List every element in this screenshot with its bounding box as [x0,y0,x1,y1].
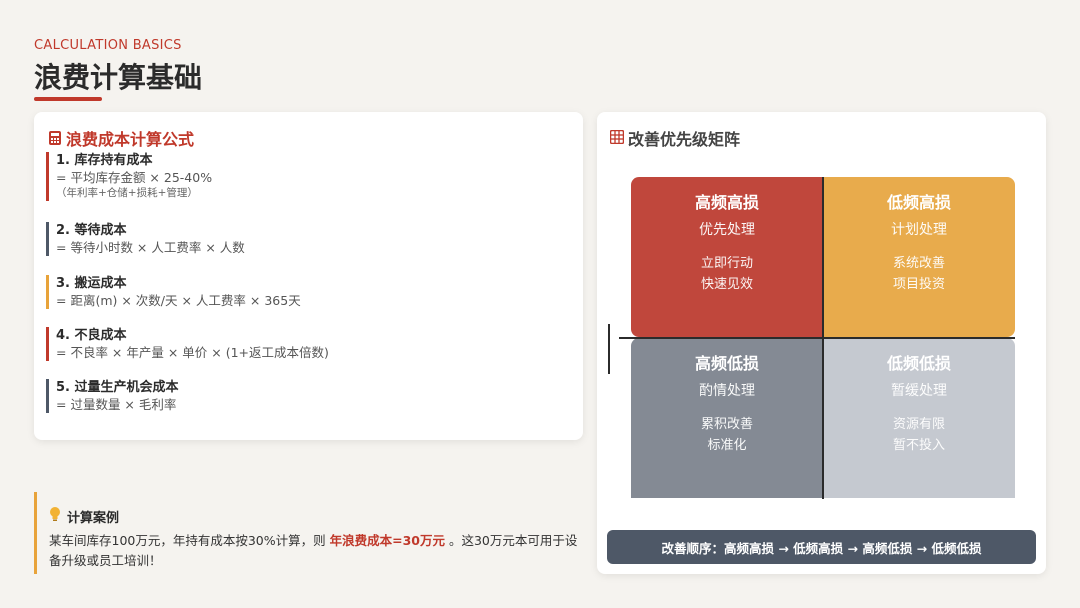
axis-marker [608,324,610,374]
quadrant-title: 高频低损 [694,354,759,373]
quadrant-title: 高频高损 [694,193,759,212]
page-title: 浪费计算基础 [34,61,203,94]
formula-item-inventory: 1. 库存持有成本 = 平均库存金额 × 25-40% （年利率+仓储+损耗+管… [46,152,566,201]
priority-order-bar: 改善顺序：高频高损 → 低频高损 → 高频低损 → 低频低损 [607,530,1036,564]
quadrant-action: 系统改善 [892,256,945,271]
grid-icon [609,129,625,148]
formula-expression: = 过量数量 × 毛利率 [56,397,177,412]
formula-card: 浪费成本计算公式 1. 库存持有成本 = 平均库存金额 × 25-40% （年利… [34,112,583,440]
formula-expression: = 等待小时数 × 人工费率 × 人数 [56,240,245,255]
quadrant-actions: 资源有限 暂不投入 [823,414,1015,456]
formula-item-transport: 3. 搬运成本 = 距离(m) × 次数/天 × 人工费率 × 365天 [46,275,566,309]
formula-note: （年利率+仓储+损耗+管理） [56,187,198,199]
quadrant-action: 立即行动 [700,256,753,271]
quadrant-actions: 系统改善 项目投资 [823,253,1015,295]
quadrant-low-freq-high-loss: 低频高损 计划处理 系统改善 项目投资 [823,177,1015,337]
quadrant-action: 暂不投入 [892,438,945,453]
formula-title: 4. 不良成本 [56,328,127,343]
formula-title: 5. 过量生产机会成本 [56,380,179,395]
case-heading: 计算案例 [49,506,583,526]
formula-card-title: 浪费成本计算公式 [66,130,195,149]
quadrant-action: 快速见效 [700,277,753,292]
quadrant-actions: 立即行动 快速见效 [631,253,823,295]
formula-item-defect: 4. 不良成本 = 不良率 × 年产量 × 单价 × (1+返工成本倍数) [46,327,566,361]
calculator-icon [48,130,62,146]
quadrant-actions: 累积改善 标准化 [631,414,823,456]
case-title: 计算案例 [67,510,120,526]
quadrant-high-freq-high-loss: 高频高损 优先处理 立即行动 快速见效 [631,177,823,337]
formula-card-heading: 浪费成本计算公式 [48,126,194,150]
formula-expression: = 不良率 × 年产量 × 单价 × (1+返工成本倍数) [56,345,329,360]
matrix-card: 改善优先级矩阵 高频高损 优先处理 立即行动 快速见效 低频高损 计划处理 系统… [597,112,1046,574]
matrix-heading: 改善优先级矩阵 [609,126,741,150]
quadrant-action: 累积改善 [700,417,753,432]
lightbulb-icon [49,506,61,526]
case-highlight: 年浪费成本=30万元 [329,533,445,548]
title-underline [34,97,102,101]
formula-title: 3. 搬运成本 [56,276,127,291]
formula-expression: = 距离(m) × 次数/天 × 人工费率 × 365天 [56,293,301,308]
formula-item-overproduction: 5. 过量生产机会成本 = 过量数量 × 毛利率 [46,379,566,413]
quadrant-action: 项目投资 [892,277,945,292]
matrix-title: 改善优先级矩阵 [628,130,741,149]
quadrant-title: 低频低损 [886,354,951,373]
quadrant-title: 低频高损 [886,193,951,212]
quadrant-subtitle: 酌情处理 [699,383,755,399]
case-text: 某车间库存100万元，年持有成本按30%计算，则 年浪费成本=30万元 。这30… [49,531,589,571]
quadrant-low-freq-low-loss: 低频低损 暂缓处理 资源有限 暂不投入 [823,338,1015,498]
eyebrow: CALCULATION BASICS [34,38,182,53]
matrix-horizontal-axis [619,337,1015,339]
quadrant-action: 资源有限 [892,417,945,432]
formula-item-waiting: 2. 等待成本 = 等待小时数 × 人工费率 × 人数 [46,222,566,256]
formula-title: 2. 等待成本 [56,223,127,238]
quadrant-subtitle: 优先处理 [699,222,755,238]
formula-title: 1. 库存持有成本 [56,153,153,168]
quadrant-subtitle: 暂缓处理 [891,383,947,399]
quadrant-subtitle: 计划处理 [891,222,947,238]
quadrant-action: 标准化 [707,438,747,453]
case-text-before: 某车间库存100万元，年持有成本按30%计算，则 [49,533,330,548]
quadrant-high-freq-low-loss: 高频低损 酌情处理 累积改善 标准化 [631,338,823,498]
formula-expression: = 平均库存金额 × 25-40% [56,170,213,185]
case-box: 计算案例 某车间库存100万元，年持有成本按30%计算，则 年浪费成本=30万元… [34,492,583,574]
